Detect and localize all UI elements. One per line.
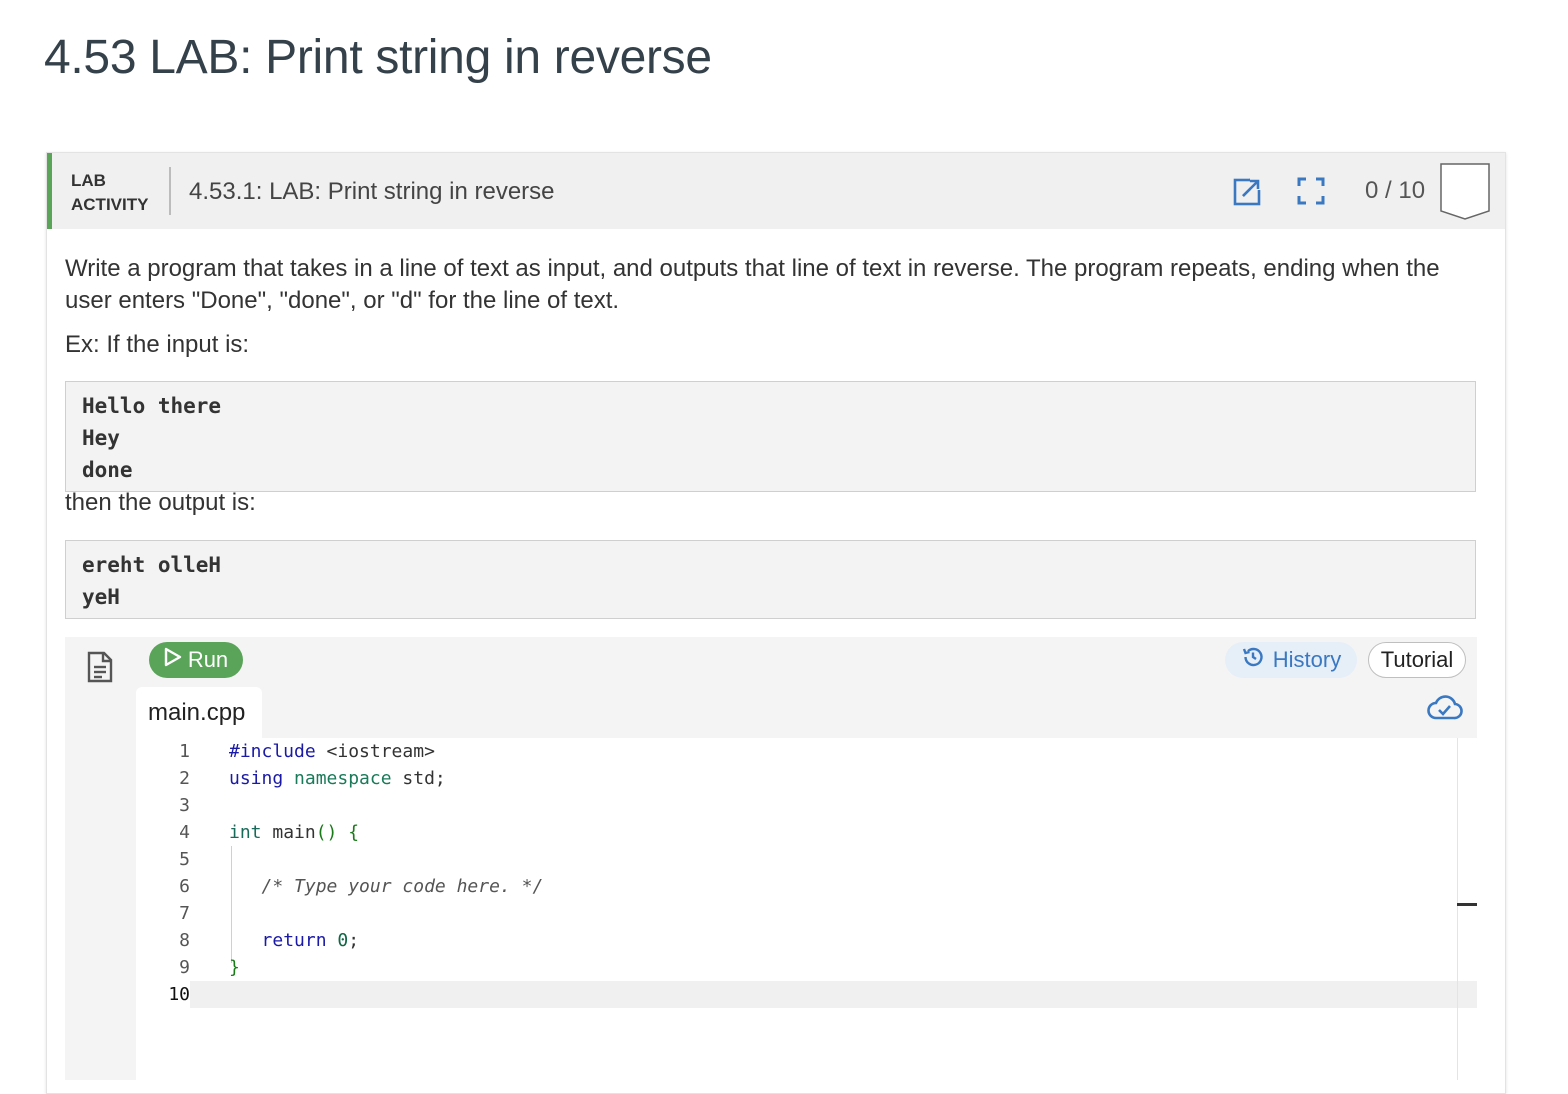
code-token: () [315,822,338,843]
line-number-gutter: 1 2 3 4 5 6 7 8 9 10 [136,738,190,1008]
run-label: Run [187,647,229,672]
code-line: using namespace std; [229,765,1457,792]
tutorial-button[interactable]: Tutorial [1368,642,1466,678]
play-icon [164,647,182,673]
line-number: 8 [179,930,190,951]
header-divider [169,167,171,215]
cloud-saved-icon [1427,693,1463,726]
code-token: { [337,822,360,843]
code-line: } [229,954,1457,981]
score-badge-icon [1440,163,1490,226]
code-token: namespace [283,768,392,789]
example-output-label: then the output is: [65,489,256,516]
code-ide: Run History Tutorial main.cpp 1 2 3 4 5 … [65,637,1477,1080]
code-token: 0 [326,930,349,951]
code-line: #include <iostream> [229,738,1457,765]
example-input-label: Ex: If the input is: [65,331,250,358]
line-number: 5 [179,849,190,870]
example-output-box: ereht olleH yeH [65,540,1476,619]
output-line: yeH [82,585,120,609]
activity-title: 4.53.1: LAB: Print string in reverse [189,178,555,205]
label-line-1: LAB [71,171,106,190]
line-number: 7 [179,903,190,924]
scroll-position-marker [1457,903,1477,906]
code-token: #include [229,741,316,762]
code-token: /* Type your code here. */ [261,876,544,897]
line-number: 1 [179,741,190,762]
code-token: ; [348,930,360,951]
code-line: /* Type your code here. */ [229,873,1457,900]
code-token: } [229,957,240,978]
code-token: int [229,822,262,843]
label-line-2: ACTIVITY [71,195,149,214]
line-number: 10 [168,984,190,1005]
fullscreen-icon[interactable] [1295,175,1327,207]
code-lines: #include <iostream> using namespace std;… [229,738,1457,1008]
code-line: int main() { [229,819,1457,846]
code-line: return 0; [229,927,1457,954]
input-line: Hey [82,426,120,450]
history-label: History [1272,647,1342,672]
editor-scrollbar[interactable] [1457,738,1458,1080]
score-text: 0 / 10 [1365,177,1426,204]
file-icon[interactable] [87,651,113,688]
code-token: std; [391,768,446,789]
external-link-icon[interactable] [1232,175,1264,207]
line-number: 3 [179,795,190,816]
input-line: Hello there [82,394,222,418]
page-title: 4.53 LAB: Print string in reverse [44,31,712,84]
problem-description: Write a program that takes in a line of … [65,255,1440,314]
output-line: ereht olleH [82,553,222,577]
history-icon [1241,645,1265,675]
activity-content: Write a program that takes in a line of … [65,253,1480,619]
code-token: main [261,822,316,843]
code-token: using [229,768,284,789]
input-line: done [82,458,133,482]
line-number: 2 [179,768,190,789]
line-number: 9 [179,957,190,978]
line-number: 4 [179,822,190,843]
activity-header: LAB ACTIVITY 4.53.1: LAB: Print string i… [47,153,1505,229]
code-token: return [261,930,327,951]
run-button[interactable]: Run [149,642,243,678]
line-number: 6 [179,876,190,897]
code-token: <iostream> [315,741,435,762]
lab-activity-label: LAB ACTIVITY [71,169,148,217]
file-tab-main-cpp[interactable]: main.cpp [136,687,262,738]
history-button[interactable]: History [1225,642,1357,678]
example-input-box: Hello there Hey done [65,381,1476,492]
code-editor[interactable]: 1 2 3 4 5 6 7 8 9 10 #include <iostream>… [136,738,1477,1080]
